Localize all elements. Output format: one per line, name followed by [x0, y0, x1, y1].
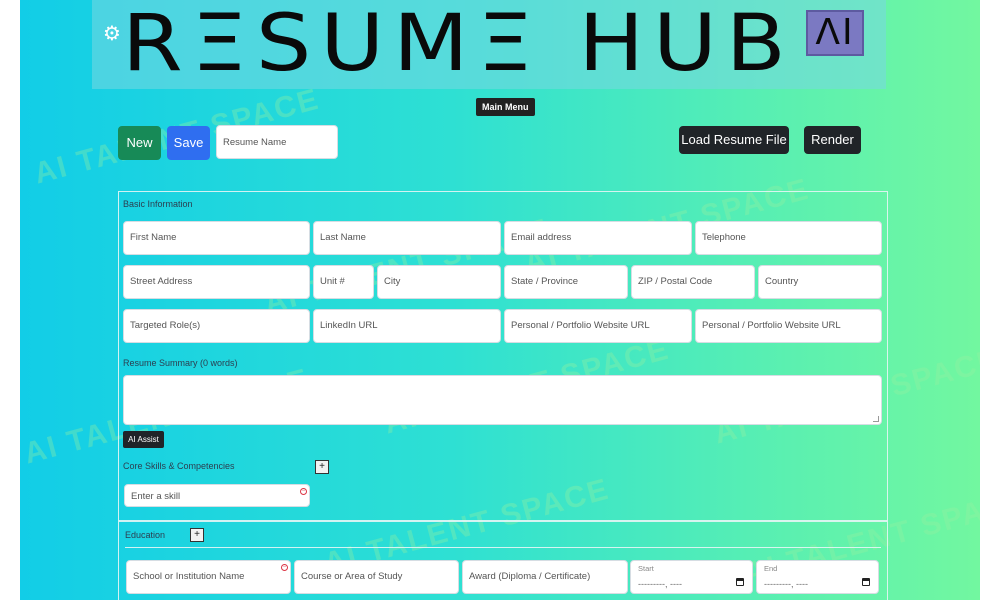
- skill-input[interactable]: Enter a skill: [124, 484, 310, 507]
- resize-handle-icon[interactable]: [873, 416, 879, 422]
- street-address-field[interactable]: Street Address: [123, 265, 310, 299]
- core-skills-label: Core Skills & Competencies: [123, 461, 235, 471]
- ai-badge: ΛI: [806, 10, 864, 56]
- website-field-2[interactable]: Personal / Portfolio Website URL: [695, 309, 882, 343]
- header-banner: ⚙ RΞSUMΞ HUB ΛI: [92, 0, 886, 89]
- city-field[interactable]: City: [377, 265, 501, 299]
- end-date-value: ---------, ----: [764, 579, 808, 589]
- country-field[interactable]: Country: [758, 265, 882, 299]
- save-button[interactable]: Save: [167, 126, 210, 160]
- targeted-roles-field[interactable]: Targeted Role(s): [123, 309, 310, 343]
- website-field-1[interactable]: Personal / Portfolio Website URL: [504, 309, 692, 343]
- app-logo: RΞSUMΞ HUB: [122, 0, 795, 89]
- start-date-value: ---------, ----: [638, 579, 682, 589]
- divider: [125, 547, 881, 548]
- resume-summary-label: Resume Summary (0 words): [123, 358, 238, 368]
- end-date-label: End: [764, 564, 778, 573]
- email-field[interactable]: Email address: [504, 221, 692, 255]
- end-date-field[interactable]: End ---------, ----: [756, 560, 879, 594]
- school-field[interactable]: School or Institution Name: [126, 560, 291, 594]
- load-resume-button[interactable]: Load Resume File: [679, 126, 789, 154]
- state-field[interactable]: State / Province: [504, 265, 628, 299]
- start-date-label: Start: [638, 564, 654, 573]
- resume-summary-textarea[interactable]: [123, 375, 882, 425]
- render-button[interactable]: Render: [804, 126, 861, 154]
- calendar-icon[interactable]: [862, 578, 870, 586]
- app-background: AI TALENT SPACE AI TALENT SPACE AI TALEN…: [20, 0, 980, 600]
- calendar-icon[interactable]: [736, 578, 744, 586]
- start-date-field[interactable]: Start ---------, ----: [630, 560, 753, 594]
- gear-icon[interactable]: ⚙: [102, 24, 122, 44]
- main-menu-button[interactable]: Main Menu: [476, 98, 535, 116]
- first-name-field[interactable]: First Name: [123, 221, 310, 255]
- unit-field[interactable]: Unit #: [313, 265, 374, 299]
- remove-skill-icon[interactable]: −: [300, 488, 307, 495]
- add-education-button[interactable]: +: [190, 528, 204, 542]
- remove-education-icon[interactable]: −: [281, 564, 288, 571]
- ai-assist-button[interactable]: AI Assist: [123, 431, 164, 448]
- basic-information-label: Basic Information: [123, 199, 193, 209]
- add-skill-button[interactable]: +: [315, 460, 329, 474]
- education-label: Education: [125, 530, 166, 540]
- last-name-field[interactable]: Last Name: [313, 221, 501, 255]
- zip-field[interactable]: ZIP / Postal Code: [631, 265, 755, 299]
- telephone-field[interactable]: Telephone: [695, 221, 882, 255]
- resume-name-input[interactable]: Resume Name: [216, 125, 338, 159]
- course-field[interactable]: Course or Area of Study: [294, 560, 459, 594]
- award-field[interactable]: Award (Diploma / Certificate): [462, 560, 628, 594]
- linkedin-field[interactable]: LinkedIn URL: [313, 309, 501, 343]
- new-button[interactable]: New: [118, 126, 161, 160]
